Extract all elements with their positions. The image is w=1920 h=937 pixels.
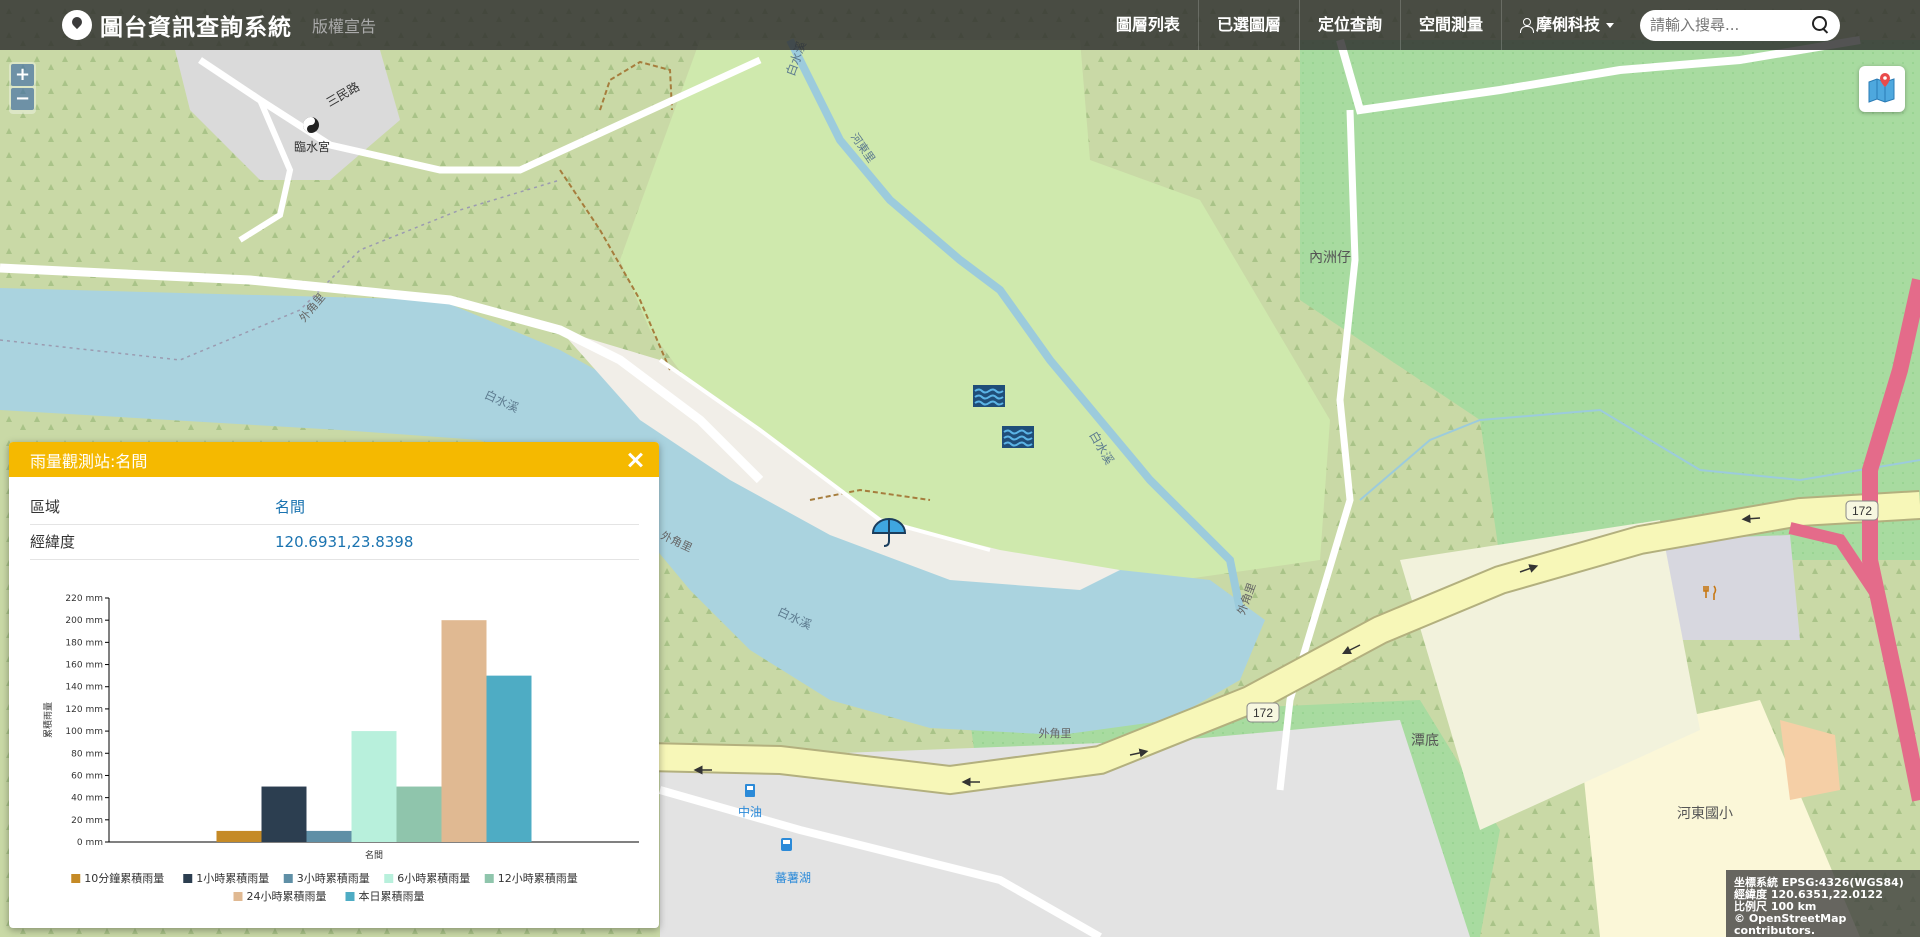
station-info-table: 區域 名間 經緯度 120.6931,23.8398: [30, 489, 639, 560]
y-tick-label: 80 mm: [71, 749, 103, 759]
info-value: 120.6931,23.8398: [275, 524, 639, 560]
chart-bar: [216, 830, 262, 842]
zoom-out-button[interactable]: −: [11, 88, 34, 110]
table-row: 區域 名間: [30, 489, 639, 525]
nav-spatial-measure[interactable]: 空間測量: [1401, 0, 1502, 50]
table-row: 經緯度 120.6931,23.8398: [30, 524, 639, 560]
osm-attribution[interactable]: © OpenStreetMap contributors.: [1734, 913, 1912, 937]
y-tick-label: 220 mm: [65, 594, 103, 604]
label-neizhouzai: 內洲仔: [1309, 250, 1351, 266]
legend-swatch: [183, 874, 193, 883]
temple-icon[interactable]: [303, 117, 319, 133]
legend-label: 1小時累積雨量: [196, 871, 269, 885]
user-name: 摩俐科技: [1535, 15, 1600, 34]
label-temple: 臨水宮: [294, 139, 330, 154]
station-popup: 雨量觀測站:名間 區域 名間 經緯度 120.6931,23.8398 0 mm…: [9, 442, 659, 928]
y-tick-label: 20 mm: [71, 816, 103, 826]
y-tick-label: 100 mm: [65, 727, 103, 737]
legend-label: 3小時累積雨量: [297, 871, 370, 885]
info-label: 區域: [30, 489, 275, 525]
legend-swatch: [71, 874, 81, 883]
top-navbar: 圖台資訊查詢系統 版權宣告 圖層列表 已選圖層 定位查詢 空間測量 摩俐科技: [0, 0, 1920, 50]
map-pin-icon: [62, 10, 92, 40]
chart-bar: [261, 786, 307, 842]
y-tick-label: 0 mm: [77, 838, 103, 848]
label-bus-stop: 蕃薯湖: [775, 870, 811, 885]
y-tick-label: 60 mm: [71, 771, 103, 781]
popup-header: 雨量觀測站:名間: [9, 442, 659, 477]
road-arrow: [1741, 514, 1761, 524]
caret-down-icon: [1606, 22, 1614, 28]
gas-station-icon[interactable]: [745, 784, 755, 797]
nav-selected-layers[interactable]: 已選圖層: [1199, 0, 1300, 50]
search-icon[interactable]: [1812, 16, 1830, 34]
y-tick-label: 40 mm: [71, 794, 103, 804]
y-tick-label: 120 mm: [65, 705, 103, 715]
legend-swatch: [283, 874, 293, 883]
legend-label: 6小時累積雨量: [397, 871, 470, 885]
map-info-box: 坐標系統 EPSG:4326(WGS84) 經緯度 120.6351,22.01…: [1726, 870, 1920, 937]
legend-swatch: [345, 892, 355, 901]
chart-bar: [486, 675, 532, 842]
legend-label: 12小時累積雨量: [498, 871, 578, 885]
y-tick-label: 140 mm: [65, 683, 103, 693]
label-tandi: 潭底: [1411, 732, 1439, 749]
label-gas-station: 中油: [738, 804, 762, 819]
legend-swatch: [233, 892, 243, 901]
info-value: 名間: [275, 489, 639, 525]
copyright-link[interactable]: 版權宣告: [312, 13, 376, 37]
chart-bar: [306, 830, 352, 842]
app-title: 圖台資訊查詢系統: [100, 15, 292, 41]
search-input[interactable]: [1650, 16, 1800, 34]
nav-location-search[interactable]: 定位查詢: [1300, 0, 1401, 50]
chart-bar: [396, 786, 442, 842]
legend-swatch: [484, 874, 494, 883]
nav-menu: 圖層列表 已選圖層 定位查詢 空間測量 摩俐科技: [1098, 0, 1920, 50]
basemap-switch-button[interactable]: [1859, 66, 1905, 112]
chart-bar: [441, 620, 487, 842]
nav-layer-list[interactable]: 圖層列表: [1098, 0, 1199, 50]
water-station-icon[interactable]: [1002, 426, 1034, 448]
label-village: 外角里: [1039, 727, 1072, 740]
y-axis-label: 累積雨量: [42, 702, 54, 738]
zoom-in-button[interactable]: +: [11, 64, 34, 86]
y-tick-label: 180 mm: [65, 638, 103, 648]
y-tick-label: 160 mm: [65, 661, 103, 671]
bus-stop-icon[interactable]: [781, 838, 792, 851]
rainfall-chart: 0 mm 20 mm 40 mm 60 mm 80 mm 100 mm 120 mm 140 …: [42, 594, 639, 903]
svg-text:172: 172: [1852, 504, 1872, 518]
x-axis-label: 名間: [365, 849, 383, 861]
legend-label: 本日累積雨量: [359, 889, 425, 903]
legend-swatch: [384, 874, 394, 883]
legend-label: 10分鐘累積雨量: [84, 871, 164, 885]
legend-label: 24小時累積雨量: [247, 889, 327, 903]
user-icon: [1519, 18, 1534, 33]
road-shield-172: 172: [1246, 702, 1280, 723]
commercial-area: [1660, 535, 1800, 640]
chart-bar: [351, 731, 397, 842]
popup-title: 雨量觀測站:名間: [30, 451, 148, 471]
search-box: [1640, 9, 1840, 41]
y-tick-label: 200 mm: [65, 616, 103, 626]
info-label: 經緯度: [30, 524, 275, 560]
zoom-control: + −: [9, 62, 36, 114]
user-menu[interactable]: 摩俐科技: [1502, 0, 1632, 50]
label-school: 河東國小: [1677, 806, 1733, 822]
svg-text:172: 172: [1253, 706, 1273, 720]
road-shield-172: 172: [1845, 500, 1879, 521]
folded-map-icon: [1868, 73, 1895, 103]
water-station-icon[interactable]: [973, 385, 1005, 407]
brand[interactable]: 圖台資訊查詢系統 版權宣告: [62, 8, 376, 42]
close-icon[interactable]: [625, 450, 645, 470]
